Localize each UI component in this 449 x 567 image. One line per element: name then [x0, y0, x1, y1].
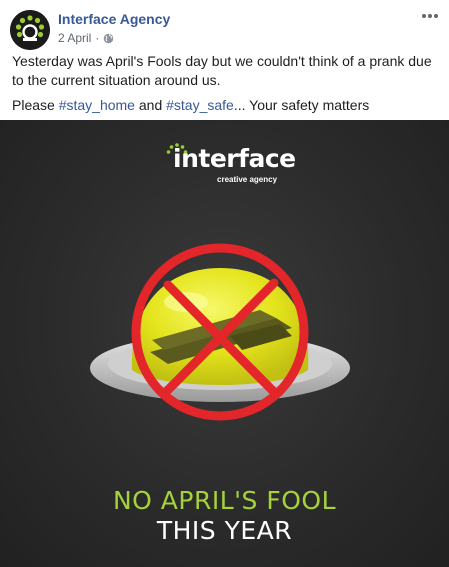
interface-logo-icon	[10, 10, 50, 50]
post-text-and: and	[134, 97, 167, 113]
hashtag-stay-home[interactable]: #stay_home	[59, 97, 135, 113]
more-options-icon[interactable]	[419, 8, 441, 24]
logo-wordmark: interface	[173, 144, 296, 173]
post-text-prefix: Please	[12, 97, 59, 113]
globe-icon[interactable]	[103, 33, 114, 44]
post-text-line2: Please #stay_home and #stay_safe... Your…	[12, 96, 438, 115]
page-name-link[interactable]: Interface Agency	[58, 11, 170, 27]
jelly-stapler-illustration	[90, 243, 350, 421]
headline-line2: THIS YEAR	[156, 516, 293, 545]
logo-tagline: creative agency	[217, 175, 278, 184]
page-avatar[interactable]	[10, 10, 50, 50]
post-text-suffix: ... Your safety matters	[233, 97, 370, 113]
post-text-line1: Yesterday was April's Fools day but we c…	[12, 53, 432, 88]
headline-line1: NO APRIL'S FOOL	[112, 486, 337, 515]
meta-separator: ·	[95, 31, 100, 45]
post-image[interactable]: interface creative agency NO APRIL'S FOO…	[0, 120, 449, 567]
post-text: Yesterday was April's Fools day but we c…	[12, 52, 438, 121]
hashtag-stay-safe[interactable]: #stay_safe	[166, 97, 234, 113]
post-date[interactable]: 2 April	[58, 31, 91, 45]
agency-logo: interface creative agency	[165, 142, 296, 204]
post-meta: 2 April ·	[58, 31, 114, 45]
post-header: Interface Agency 2 April ·	[0, 0, 449, 50]
